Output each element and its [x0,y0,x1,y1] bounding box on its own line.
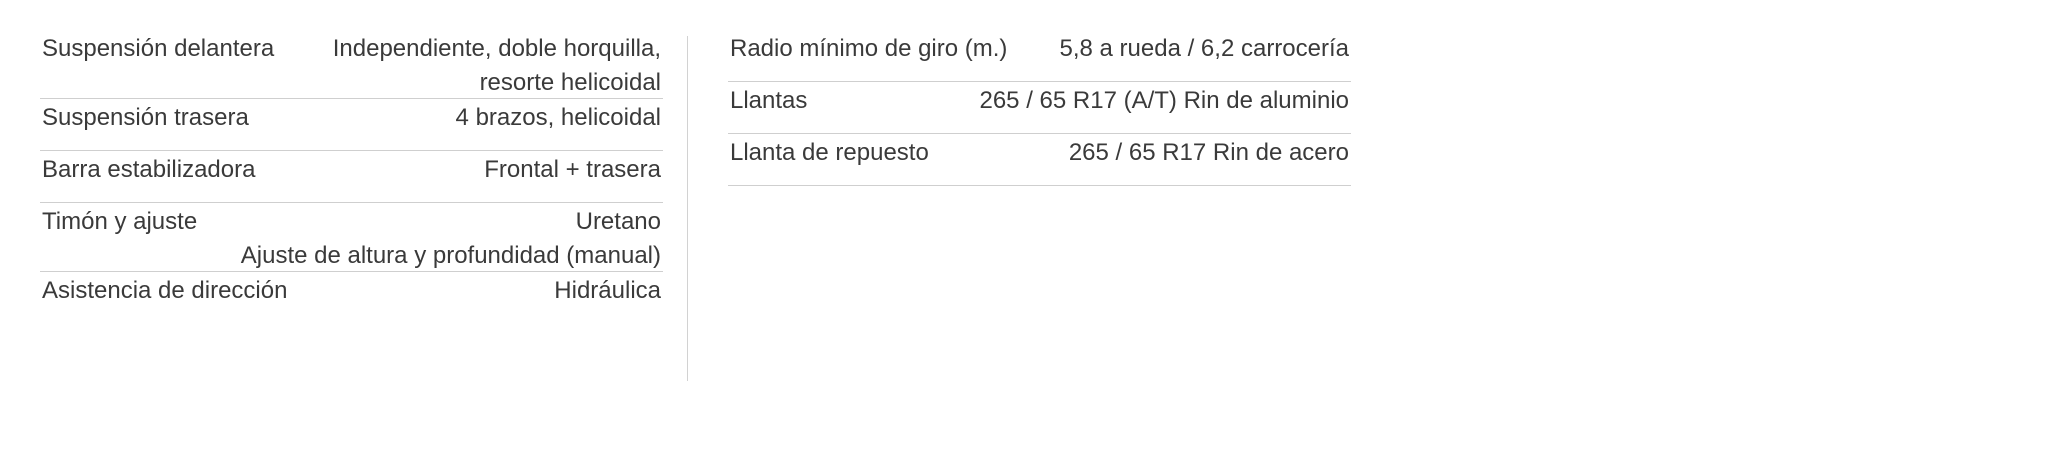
spec-row-rear-suspension: Suspensión trasera 4 brazos, helicoidal [40,99,663,151]
spec-label: Suspensión delantera [42,35,275,62]
spec-value-line: resorte helicoidal [479,69,661,96]
spec-row-stabilizer-bar: Barra estabilizadora Frontal + trasera [40,151,663,203]
spec-row-turning-radius: Radio mínimo de giro (m.) 5,8 a rueda / … [728,30,1351,82]
spec-label: Radio mínimo de giro (m.) [730,35,1008,62]
spec-column-left: Suspensión delantera Independiente, dobl… [40,30,663,324]
spec-value: Frontal + trasera [484,153,661,187]
spec-value: 265 / 65 R17 (A/T) Rin de aluminio [979,84,1349,118]
spec-value-line: Uretano [575,208,661,235]
spec-value: Uretano Ajuste de altura y profundidad (… [241,205,661,273]
spec-value-line: 265 / 65 R17 (A/T) Rin de aluminio [979,87,1349,114]
spec-label: Asistencia de dirección [42,277,288,304]
spec-value-line: Hidráulica [554,277,661,304]
spec-value: 5,8 a rueda / 6,2 carrocería [1060,32,1350,66]
spec-value: 265 / 65 R17 Rin de acero [1069,136,1349,170]
spec-value-line: Frontal + trasera [484,156,661,183]
spec-row-spare-tire: Llanta de repuesto 265 / 65 R17 Rin de a… [728,134,1351,186]
spec-label: Suspensión trasera [42,104,249,131]
spec-row-front-suspension: Suspensión delantera Independiente, dobl… [40,30,663,99]
spec-label: Timón y ajuste [42,208,198,235]
spec-label: Barra estabilizadora [42,156,256,183]
spec-label: Llanta de repuesto [730,139,929,166]
spec-value: 4 brazos, helicoidal [456,101,661,135]
column-divider [687,36,688,381]
spec-value: Hidráulica [554,274,661,308]
spec-value-line: 265 / 65 R17 Rin de acero [1068,139,1349,166]
spec-row-steering-wheel: Timón y ajuste Uretano Ajuste de altura … [40,203,663,272]
spec-value-line: Ajuste de altura y profundidad (manual) [240,242,661,269]
spec-label: Llantas [730,87,808,114]
spec-column-right: Radio mínimo de giro (m.) 5,8 a rueda / … [728,30,1351,186]
spec-sheet: Suspensión delantera Independiente, dobl… [40,30,1351,381]
spec-row-tires: Llantas 265 / 65 R17 (A/T) Rin de alumin… [728,82,1351,134]
spec-value-line: 4 brazos, helicoidal [455,104,661,131]
spec-value-line: Independiente, doble horquilla, [332,35,661,62]
spec-value-line: 5,8 a rueda / 6,2 carrocería [1059,35,1350,62]
spec-value: Independiente, doble horquilla, resorte … [333,32,661,100]
spec-row-steering-assist: Asistencia de dirección Hidráulica [40,272,663,324]
